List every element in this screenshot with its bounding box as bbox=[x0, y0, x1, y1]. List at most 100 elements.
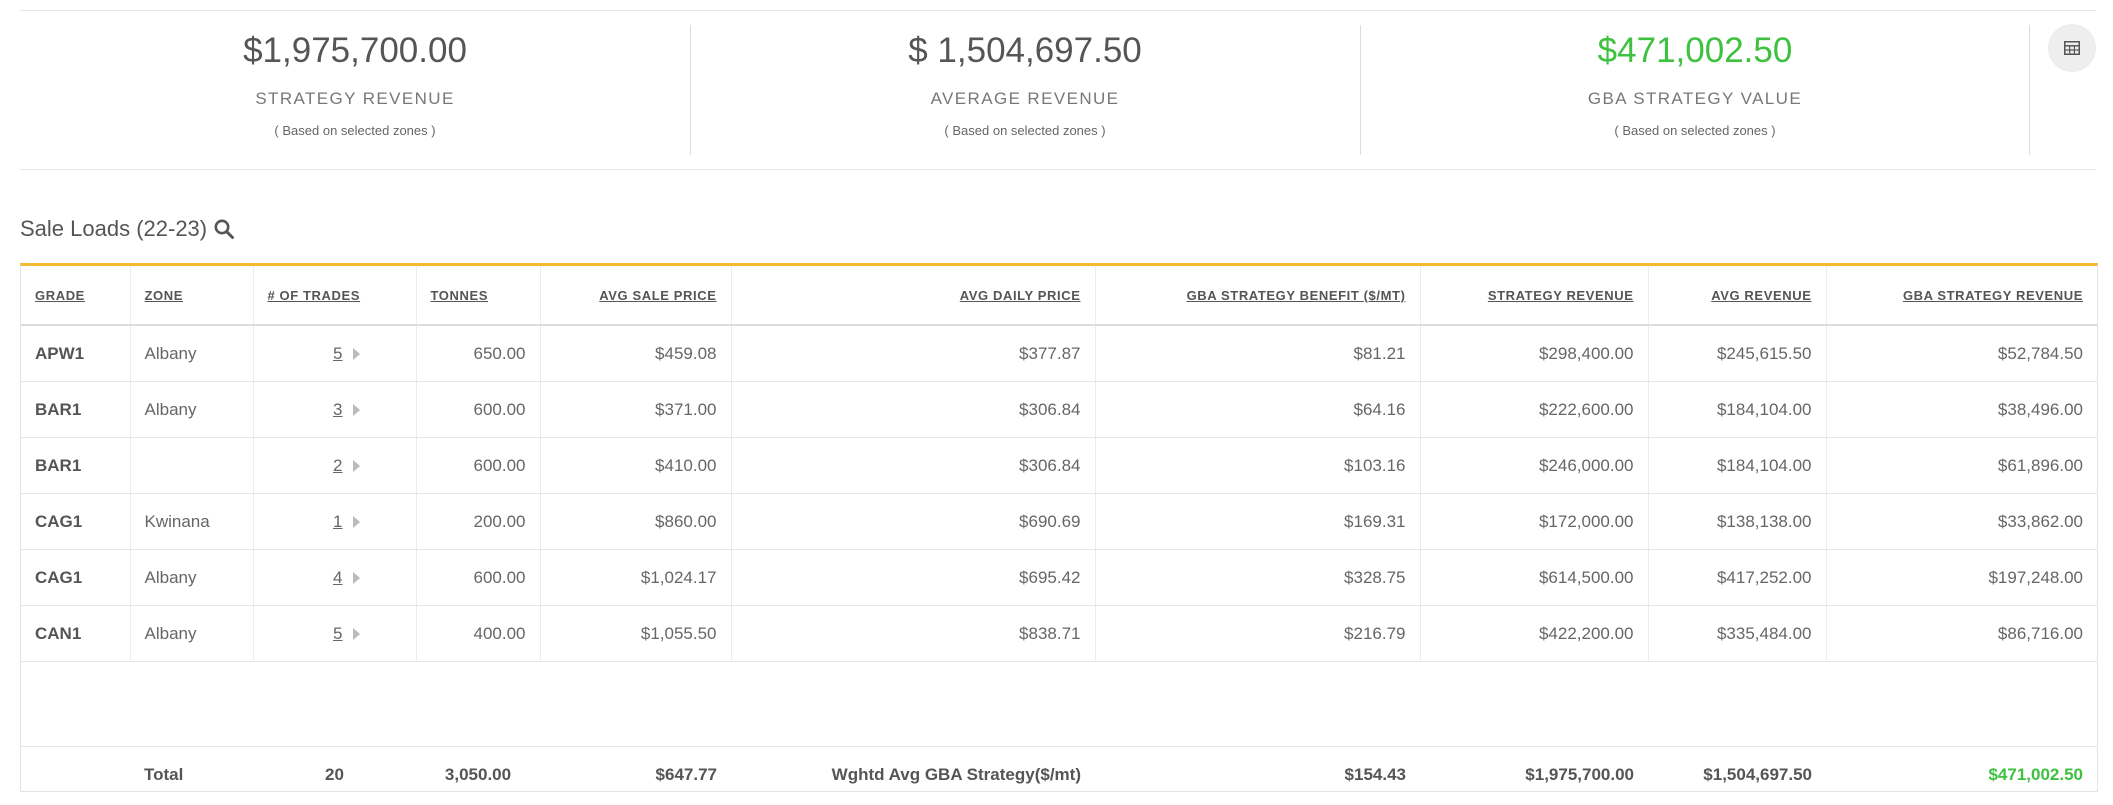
strategy-revenue-cell: $246,000.00 bbox=[1419, 437, 1648, 494]
strategy-revenue-label: STRATEGY REVENUE bbox=[255, 89, 455, 108]
avg-revenue-cell: $417,252.00 bbox=[1647, 549, 1826, 606]
avg-revenue-cell: $184,104.00 bbox=[1647, 437, 1826, 494]
zone-cell: Albany bbox=[129, 325, 253, 382]
total-strategy-revenue: $1,975,700.00 bbox=[1525, 765, 1634, 784]
total-wghtd-label: Wghtd Avg GBA Strategy($/mt) bbox=[831, 765, 1081, 784]
strategy-revenue-cell: $422,200.00 bbox=[1419, 605, 1648, 662]
gba-strategy-value: $471,002.50 bbox=[1597, 31, 1793, 70]
gba-strategy-value-card: $471,002.50 GBA STRATEGY VALUE ( Based o… bbox=[1360, 11, 2030, 169]
table-row: BAR1 2 600.00 $410.00 $306.84 $103.16 $2… bbox=[21, 437, 2097, 494]
section-heading: Sale Loads (22-23) bbox=[20, 216, 235, 242]
expand-caret-icon[interactable] bbox=[352, 460, 360, 473]
table-view-toggle-button[interactable] bbox=[2048, 24, 2096, 72]
trades-link[interactable]: 3 bbox=[333, 400, 342, 419]
gba-strategy-revenue-cell: $38,496.00 bbox=[1825, 381, 2097, 438]
total-gba-benefit: $154.43 bbox=[1344, 765, 1406, 784]
trades-link[interactable]: 5 bbox=[333, 624, 342, 643]
column-header-avg-sale-price[interactable]: AVG SALE PRICE bbox=[539, 266, 731, 326]
tonnes-cell: 650.00 bbox=[415, 325, 540, 382]
table-grid-icon bbox=[2064, 41, 2080, 55]
table-row: CAG1 Albany 4 600.00 $1,024.17 $695.42 $… bbox=[21, 549, 2097, 606]
tonnes-cell: 600.00 bbox=[415, 437, 540, 494]
strategy-revenue-cell: $298,400.00 bbox=[1419, 325, 1648, 382]
column-header-zone[interactable]: ZONE bbox=[129, 266, 253, 326]
strategy-revenue-value: $1,975,700.00 bbox=[243, 31, 467, 70]
gba-benefit-cell: $64.16 bbox=[1094, 381, 1420, 438]
column-header-gba-strategy-revenue[interactable]: GBA STRATEGY REVENUE bbox=[1825, 266, 2097, 326]
avg-revenue-cell: $138,138.00 bbox=[1647, 493, 1826, 550]
gba-strategy-value-note: ( Based on selected zones ) bbox=[1614, 123, 1776, 138]
trades-link[interactable]: 5 bbox=[333, 344, 342, 363]
expand-caret-icon[interactable] bbox=[352, 516, 360, 529]
trades-link[interactable]: 1 bbox=[333, 512, 342, 531]
gba-benefit-cell: $103.16 bbox=[1094, 437, 1420, 494]
column-header-gba-strategy-benefit[interactable]: GBA STRATEGY BENEFIT ($/MT) bbox=[1094, 266, 1420, 326]
total-avg-sale-price: $647.77 bbox=[655, 765, 717, 784]
total-tonnes: 3,050.00 bbox=[444, 765, 512, 784]
expand-caret-icon[interactable] bbox=[352, 572, 360, 585]
expand-caret-icon[interactable] bbox=[352, 404, 360, 417]
avg-sale-price-cell: $459.08 bbox=[539, 325, 731, 382]
grade-cell: CAG1 bbox=[21, 549, 130, 606]
avg-daily-price-cell: $695.42 bbox=[730, 549, 1095, 606]
sale-loads-table: GRADE ZONE # OF TRADES TONNES AVG SALE P… bbox=[21, 266, 2097, 803]
trades-link[interactable]: 4 bbox=[333, 568, 342, 587]
column-header-grade[interactable]: GRADE bbox=[21, 266, 130, 326]
avg-daily-price-cell: $306.84 bbox=[730, 381, 1095, 438]
gba-benefit-cell: $81.21 bbox=[1094, 325, 1420, 382]
zone-cell: Albany bbox=[129, 605, 253, 662]
gba-benefit-cell: $169.31 bbox=[1094, 493, 1420, 550]
avg-daily-price-cell: $690.69 bbox=[730, 493, 1095, 550]
avg-sale-price-cell: $1,055.50 bbox=[539, 605, 731, 662]
grade-cell: BAR1 bbox=[21, 381, 130, 438]
average-revenue-note: ( Based on selected zones ) bbox=[944, 123, 1106, 138]
table-total-row: Total 20 3,050.00 $647.77 Wghtd Avg GBA … bbox=[21, 747, 2097, 804]
avg-daily-price-cell: $838.71 bbox=[730, 605, 1095, 662]
gba-benefit-cell: $216.79 bbox=[1094, 605, 1420, 662]
avg-sale-price-cell: $860.00 bbox=[539, 493, 731, 550]
trades-cell: 5 bbox=[252, 325, 416, 382]
zone-cell bbox=[129, 437, 253, 494]
avg-daily-price-cell: $306.84 bbox=[730, 437, 1095, 494]
gba-benefit-cell: $328.75 bbox=[1094, 549, 1420, 606]
total-gba-strategy-revenue: $471,002.50 bbox=[1988, 765, 2083, 784]
gba-strategy-revenue-cell: $33,862.00 bbox=[1825, 493, 2097, 550]
average-revenue-value: $ 1,504,697.50 bbox=[908, 31, 1142, 70]
trades-cell: 4 bbox=[252, 549, 416, 606]
avg-sale-price-cell: $371.00 bbox=[539, 381, 731, 438]
column-header-tonnes[interactable]: TONNES bbox=[415, 266, 540, 326]
column-header-avg-daily-price[interactable]: AVG DAILY PRICE bbox=[730, 266, 1095, 326]
strategy-revenue-note: ( Based on selected zones ) bbox=[274, 123, 436, 138]
column-header-strategy-revenue[interactable]: STRATEGY REVENUE bbox=[1419, 266, 1648, 326]
sale-loads-table-container: GRADE ZONE # OF TRADES TONNES AVG SALE P… bbox=[20, 263, 2098, 792]
search-icon[interactable] bbox=[213, 218, 235, 240]
summary-cards: $1,975,700.00 STRATEGY REVENUE ( Based o… bbox=[20, 10, 2096, 170]
gba-strategy-value-label: GBA STRATEGY VALUE bbox=[1587, 89, 1803, 108]
expand-caret-icon[interactable] bbox=[352, 348, 360, 361]
tonnes-cell: 600.00 bbox=[415, 549, 540, 606]
grade-cell: BAR1 bbox=[21, 437, 130, 494]
table-row: APW1 Albany 5 650.00 $459.08 $377.87 $81… bbox=[21, 325, 2097, 382]
total-label: Total bbox=[144, 765, 184, 784]
strategy-revenue-cell: $222,600.00 bbox=[1419, 381, 1648, 438]
trades-cell: 3 bbox=[252, 381, 416, 438]
sale-loads-page: $1,975,700.00 STRATEGY REVENUE ( Based o… bbox=[0, 0, 2113, 805]
avg-daily-price-cell: $377.87 bbox=[730, 325, 1095, 382]
strategy-revenue-cell: $172,000.00 bbox=[1419, 493, 1648, 550]
gba-strategy-revenue-cell: $61,896.00 bbox=[1825, 437, 2097, 494]
gba-strategy-revenue-cell: $86,716.00 bbox=[1825, 605, 2097, 662]
trades-link[interactable]: 2 bbox=[333, 456, 342, 475]
table-row: BAR1 Albany 3 600.00 $371.00 $306.84 $64… bbox=[21, 381, 2097, 438]
total-trades: 20 bbox=[325, 765, 344, 784]
section-title: Sale Loads (22-23) bbox=[20, 216, 208, 241]
strategy-revenue-cell: $614,500.00 bbox=[1419, 549, 1648, 606]
grade-cell: CAN1 bbox=[21, 605, 130, 662]
column-header-trades[interactable]: # OF TRADES bbox=[252, 266, 416, 326]
average-revenue-card: $ 1,504,697.50 AVERAGE REVENUE ( Based o… bbox=[690, 11, 1360, 169]
avg-revenue-cell: $245,615.50 bbox=[1647, 325, 1826, 382]
column-header-avg-revenue[interactable]: AVG REVENUE bbox=[1647, 266, 1826, 326]
expand-caret-icon[interactable] bbox=[352, 628, 360, 641]
zone-cell: Albany bbox=[129, 549, 253, 606]
spacer-cell bbox=[21, 661, 2097, 747]
avg-sale-price-cell: $410.00 bbox=[539, 437, 731, 494]
